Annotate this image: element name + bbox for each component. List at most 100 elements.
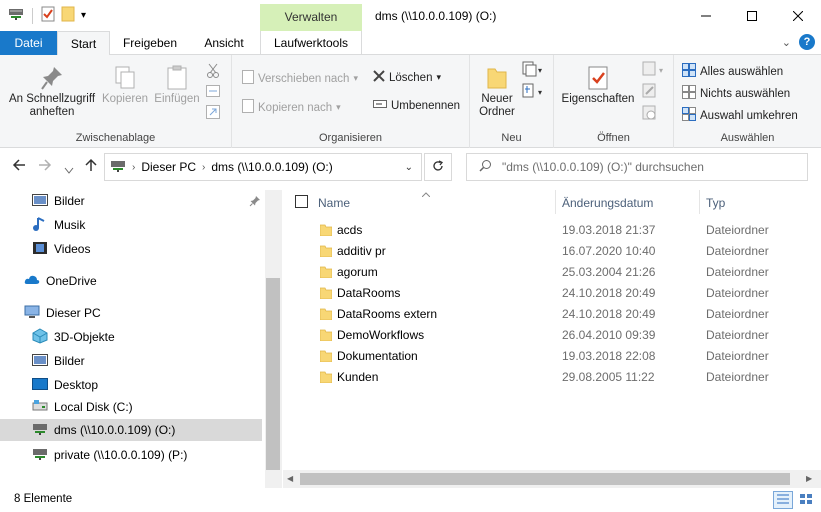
group-label-auswaehlen: Auswählen — [720, 132, 775, 144]
breadcrumb-this-pc[interactable]: Dieser PC — [141, 160, 196, 174]
group-organisieren: Verschieben nach ▾ Kopieren nach ▾ Lösch… — [232, 55, 470, 148]
folder-icon — [319, 371, 333, 384]
invert-selection-label: Auswahl umkehren — [700, 109, 798, 122]
nav-item-private[interactable]: private (\\10.0.0.109) (P:) — [32, 444, 187, 466]
nav-item-this-pc[interactable]: Dieser PC — [24, 302, 101, 324]
column-divider[interactable] — [555, 190, 556, 214]
file-type: Dateiordner — [706, 349, 769, 363]
horizontal-scrollbar-thumb[interactable] — [300, 473, 790, 485]
nav-item-desktop[interactable]: Desktop — [32, 374, 98, 396]
column-header-type[interactable]: Typ — [706, 190, 725, 216]
pin-icon[interactable] — [249, 195, 261, 210]
nav-item-3d-objekte[interactable]: 3D-Objekte — [32, 326, 115, 348]
group-auswaehlen: Alles auswählen Nichts auswählen Auswahl… — [674, 55, 821, 148]
scroll-right-icon[interactable]: ▶ — [806, 474, 812, 483]
copy-to-button[interactable]: Kopieren nach ▾ — [242, 99, 341, 116]
tab-ansicht[interactable]: Ansicht — [192, 31, 256, 55]
new-folder-qat-button[interactable] — [61, 6, 75, 25]
properties-qat-button[interactable] — [41, 6, 55, 25]
close-button[interactable] — [775, 0, 821, 31]
address-bar[interactable]: › Dieser PC › dms (\\10.0.0.109) (O:) ⌄ — [104, 153, 422, 181]
minimize-button[interactable] — [683, 0, 729, 31]
expand-ribbon-icon[interactable]: ⌄ — [782, 36, 791, 49]
refresh-button[interactable] — [424, 153, 452, 181]
select-all-label: Alles auswählen — [700, 65, 784, 78]
column-divider[interactable] — [699, 190, 700, 214]
recent-locations-icon[interactable] — [64, 162, 74, 178]
nav-item-bilder-quick[interactable]: Bilder — [32, 190, 85, 212]
window-title: dms (\\10.0.0.109) (O:) — [375, 9, 497, 23]
folder-icon — [319, 350, 333, 363]
copy-button[interactable]: Kopieren — [100, 65, 150, 106]
nav-item-onedrive[interactable]: OneDrive — [24, 270, 97, 292]
invert-selection-button[interactable]: Auswahl umkehren — [682, 107, 798, 124]
paste-shortcut-icon[interactable] — [206, 105, 220, 122]
cut-icon[interactable] — [206, 63, 220, 82]
pin-quick-access-button[interactable]: An Schnellzugriff anheften — [6, 65, 98, 119]
details-view-button[interactable] — [773, 491, 793, 509]
edit-icon[interactable] — [642, 83, 658, 102]
new-folder-button[interactable]: Neuer Ordner — [474, 65, 520, 119]
address-dropdown-icon[interactable]: ⌄ — [405, 162, 413, 173]
up-arrow-icon[interactable] — [84, 158, 98, 175]
maximize-button[interactable] — [729, 0, 775, 31]
table-row[interactable]: acds 19.03.2018 21:37 Dateiordner — [283, 220, 821, 241]
table-row[interactable]: Dokumentation 19.03.2018 22:08 Dateiordn… — [283, 346, 821, 367]
copy-path-icon[interactable] — [206, 85, 220, 100]
desktop-icon — [32, 377, 48, 394]
videos-icon — [32, 240, 48, 259]
svg-text:▾: ▾ — [659, 66, 663, 75]
file-name: DemoWorkflows — [337, 328, 425, 342]
paste-button[interactable]: Einfügen — [152, 65, 202, 106]
copy-icon — [100, 65, 150, 93]
move-to-button[interactable]: Verschieben nach ▾ — [242, 70, 358, 87]
table-row[interactable]: DataRooms extern 24.10.2018 20:49 Dateio… — [283, 304, 821, 325]
table-row[interactable]: DataRooms 24.10.2018 20:49 Dateiordner — [283, 283, 821, 304]
open-icon[interactable]: ▾ — [642, 61, 666, 80]
search-input[interactable]: "dms (\\10.0.0.109) (O:)" durchsuchen — [466, 153, 808, 181]
select-none-button[interactable]: Nichts auswählen — [682, 85, 790, 102]
file-type: Dateiordner — [706, 307, 769, 321]
qat-dropdown-icon[interactable]: ▾ — [81, 10, 86, 21]
nav-pane-scrollbar-thumb[interactable] — [266, 278, 280, 470]
table-row[interactable]: additiv pr 16.07.2020 10:40 Dateiordner — [283, 241, 821, 262]
breadcrumb-dms[interactable]: dms (\\10.0.0.109) (O:) — [211, 160, 332, 174]
delete-button[interactable]: Löschen ▾ — [373, 70, 441, 85]
nav-item-musik[interactable]: Musik — [32, 214, 85, 236]
select-all-button[interactable]: Alles auswählen — [682, 63, 783, 80]
file-date: 19.03.2018 22:08 — [562, 349, 656, 363]
rename-button[interactable]: Umbenennen — [373, 99, 460, 112]
column-header-name[interactable]: Name — [318, 190, 350, 216]
table-row[interactable]: Kunden 29.08.2005 11:22 Dateiordner — [283, 367, 821, 388]
tab-freigeben[interactable]: Freigeben — [114, 31, 186, 55]
easy-access-icon[interactable]: ▾ — [522, 83, 544, 102]
large-icons-view-button[interactable] — [796, 491, 816, 509]
copy-to-label: Kopieren nach — [258, 101, 333, 114]
pictures-icon — [32, 353, 48, 370]
nav-item-local-disk[interactable]: Local Disk (C:) — [32, 396, 133, 418]
tab-verwalten[interactable]: Verwalten — [260, 4, 362, 31]
file-name: DataRooms — [337, 286, 401, 300]
group-label-organisieren: Organisieren — [319, 132, 382, 144]
properties-button[interactable]: Eigenschaften — [558, 65, 638, 106]
tab-datei[interactable]: Datei — [0, 31, 57, 55]
large-icons-view-icon — [799, 493, 813, 508]
forward-arrow-icon[interactable] — [38, 158, 52, 175]
group-label-neu: Neu — [501, 132, 522, 144]
nav-item-bilder[interactable]: Bilder — [32, 350, 85, 372]
select-all-checkbox[interactable] — [295, 195, 308, 211]
history-icon[interactable] — [642, 105, 658, 124]
pin-icon — [6, 65, 98, 93]
back-arrow-icon[interactable] — [12, 158, 26, 175]
nav-item-dms[interactable]: dms (\\10.0.0.109) (O:) — [0, 419, 262, 441]
column-header-date[interactable]: Änderungsdatum — [562, 190, 653, 216]
scroll-left-icon[interactable]: ◀ — [287, 474, 293, 483]
table-row[interactable]: DemoWorkflows 26.04.2010 09:39 Dateiordn… — [283, 325, 821, 346]
tab-laufwerkstools[interactable]: Laufwerktools — [260, 31, 362, 55]
table-row[interactable]: agorum 25.03.2004 21:26 Dateiordner — [283, 262, 821, 283]
help-icon[interactable]: ? — [799, 34, 815, 50]
tab-start[interactable]: Start — [57, 31, 110, 56]
nav-item-videos[interactable]: Videos — [32, 238, 90, 260]
new-item-icon[interactable]: ▾ — [522, 61, 544, 80]
file-name: Kunden — [337, 370, 379, 384]
